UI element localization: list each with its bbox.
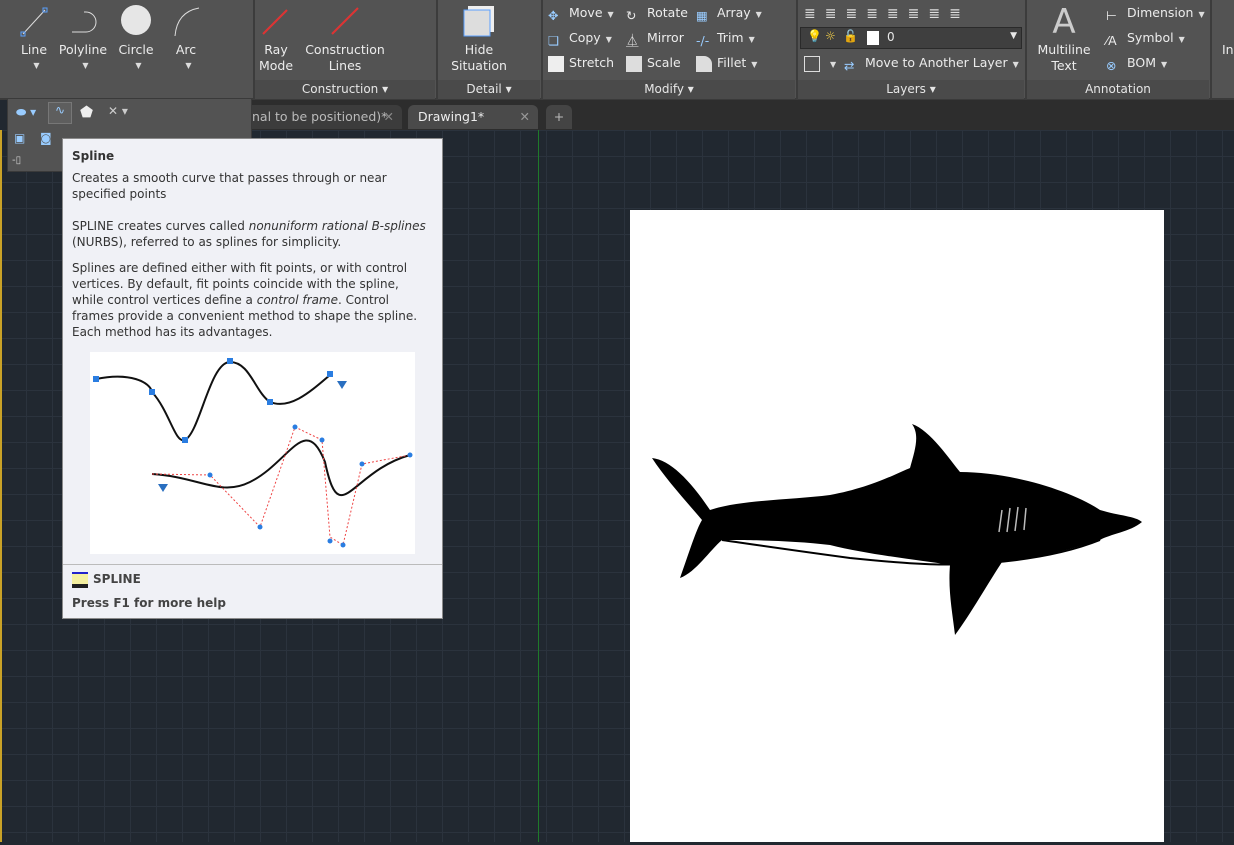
pin-icon[interactable]: -▯: [12, 155, 21, 166]
spline-illustration: [90, 352, 415, 554]
viewport-border: [0, 130, 2, 842]
insert-button-partial[interactable]: In: [1222, 40, 1234, 60]
detail-panel-title[interactable]: Detail ▾: [438, 80, 540, 99]
unlock-icon: 🔓: [843, 29, 858, 43]
region-icon[interactable]: ◙: [40, 131, 52, 145]
bom-button[interactable]: ⊗ BOM ▼: [1106, 53, 1167, 73]
ribbon: Line ▼ Polyline ▼ Circle ▼ Arc ▼ Ray Mode Con…: [0, 0, 1234, 100]
rotate-button[interactable]: ↻ Rotate: [626, 3, 688, 23]
copy-button[interactable]: ❏ Copy ▼: [548, 28, 612, 48]
move-to-another-layer-button[interactable]: ⇄ Move to Another Layer ▼: [844, 53, 1019, 73]
trim-button[interactable]: -/- Trim ▼: [696, 28, 755, 48]
close-icon[interactable]: ✕: [520, 105, 530, 129]
stretch-button[interactable]: Stretch: [548, 53, 614, 73]
symbol-button[interactable]: ⁄A Symbol ▼: [1106, 28, 1185, 48]
tooltip-paragraph: SPLINE creates curves called nonuniform …: [72, 219, 426, 249]
y-axis-line: [538, 130, 539, 842]
spline-tooltip: Spline Creates a smooth curve that passe…: [62, 138, 443, 619]
modify-panel-title[interactable]: Modify ▾: [543, 80, 795, 99]
tooltip-command: SPLINE: [72, 571, 141, 588]
xline-icon[interactable]: ✕ ▾: [108, 104, 128, 118]
polygon-icon[interactable]: ⬟: [80, 103, 93, 121]
ray-mode-button[interactable]: Ray Mode: [256, 4, 296, 74]
tooltip-help-hint: Press F1 for more help: [72, 596, 226, 610]
divider: [63, 564, 442, 565]
file-tab-bar: nal to be positioned)* ✕ Drawing1* ✕ +: [242, 100, 1234, 130]
boundary-icon[interactable]: ▣: [14, 131, 25, 145]
mirror-button[interactable]: ⏅ Mirror: [626, 28, 684, 48]
dimension-button[interactable]: ⊢ Dimension ▼: [1106, 3, 1205, 23]
polyline-icon: [72, 11, 97, 33]
scale-icon: [626, 55, 642, 72]
spline-command-icon: [72, 571, 88, 588]
ray-icon: [262, 9, 288, 35]
mirror-icon: ⏅: [626, 32, 639, 48]
dimension-icon: ⊢: [1106, 7, 1117, 23]
tooltip-paragraph: Splines are defined either with fit poin…: [72, 261, 418, 339]
spline-button[interactable]: ∿: [48, 102, 72, 124]
bom-icon: ⊗: [1106, 57, 1117, 73]
annotation-panel-title[interactable]: Annotation: [1027, 80, 1209, 99]
line-button[interactable]: Line ▼: [14, 4, 54, 74]
current-layer-name: 0: [887, 30, 895, 44]
layer-color-swatch: [867, 31, 879, 45]
multiline-text-button[interactable]: A Multiline Text: [1032, 2, 1096, 74]
array-button[interactable]: ▦ Array ▼: [696, 3, 762, 23]
fillet-button[interactable]: Fillet ▼: [696, 53, 757, 73]
layer-tools-icons[interactable]: ≣≣≣≣≣≣≣≣: [804, 6, 970, 22]
construction-line-icon: [331, 7, 359, 35]
fillet-icon: [696, 55, 712, 72]
trim-icon: -/-: [696, 32, 710, 48]
sun-icon: ☼: [825, 29, 836, 43]
construction-panel-title[interactable]: Construction ▾: [255, 80, 435, 99]
copy-icon: ❏: [548, 32, 560, 48]
circle-button[interactable]: Circle ▼: [114, 4, 158, 74]
move-icon: ✥: [548, 7, 559, 23]
layer-move-icon: ⇄: [844, 57, 855, 73]
file-tab-active[interactable]: Drawing1* ✕: [408, 105, 538, 129]
color-icon: [804, 55, 820, 72]
move-button[interactable]: ✥ Move ▼: [548, 3, 614, 23]
arc-button[interactable]: Arc ▼: [166, 4, 206, 74]
layers-panel-title[interactable]: Layers ▾: [798, 80, 1024, 99]
line-icon: [20, 7, 48, 37]
stretch-icon: [548, 55, 564, 72]
layer-color-button[interactable]: ▼: [804, 53, 836, 73]
file-tab[interactable]: nal to be positioned)* ✕: [242, 105, 402, 129]
tooltip-summary: Creates a smooth curve that passes throu…: [72, 171, 387, 201]
shark-image: [652, 424, 1142, 635]
chevron-down-icon: ▼: [1010, 31, 1017, 41]
hide-situation-icon: [463, 6, 494, 37]
polyline-button[interactable]: Polyline ▼: [58, 4, 108, 74]
ellipse-icon[interactable]: ⬬ ▾: [16, 105, 36, 120]
close-icon[interactable]: ✕: [384, 105, 394, 129]
arc-icon: [174, 7, 200, 37]
circle-icon: [121, 5, 151, 35]
construction-lines-button[interactable]: Construction Lines: [302, 4, 388, 74]
new-tab-button[interactable]: +: [546, 105, 572, 129]
raster-image[interactable]: [630, 210, 1164, 842]
lightbulb-icon: 💡: [807, 29, 822, 43]
array-icon: ▦: [696, 7, 708, 23]
rotate-icon: ↻: [626, 7, 637, 23]
text-a-icon: A: [1052, 2, 1076, 42]
tooltip-title: Spline: [72, 149, 115, 163]
scale-button[interactable]: Scale: [626, 53, 681, 73]
symbol-icon: ⁄A: [1106, 32, 1117, 48]
hide-situation-button[interactable]: Hide Situation: [444, 4, 514, 74]
layer-dropdown[interactable]: 💡 ☼ 🔓 0 ▼: [800, 27, 1022, 49]
